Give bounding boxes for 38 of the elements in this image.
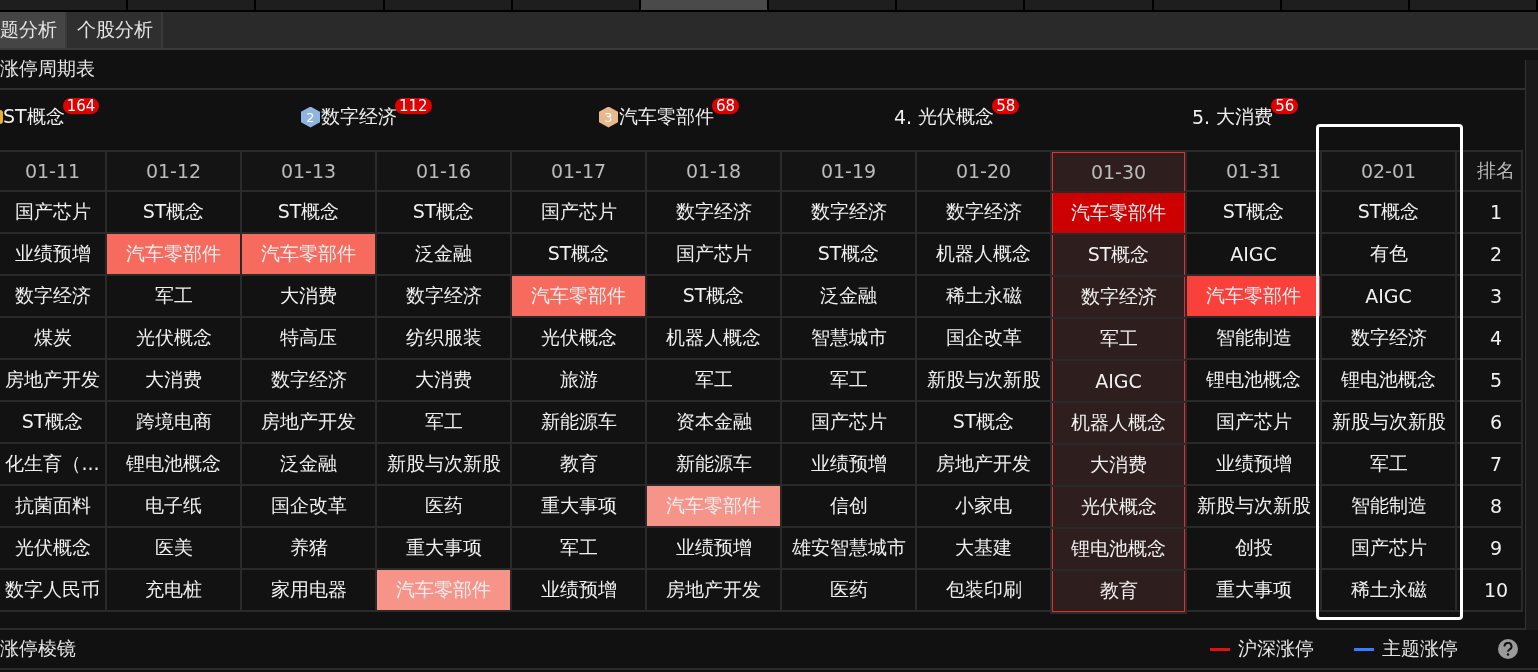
theme-name[interactable]: ST概念 [3,104,65,130]
theme-name[interactable]: 数字经济 [321,104,397,130]
help-icon[interactable] [1498,639,1518,659]
theme-name[interactable]: 汽车零部件 [619,104,714,130]
section-title: 涨停周期表 [0,56,95,81]
tab[interactable]: 个股分析 [67,12,163,48]
rank-number: 5. [1192,106,1211,128]
date-header[interactable]: 01-30 [1052,152,1185,191]
highlighted-cell: 汽车零部件 [107,234,240,274]
table-cell: ST概念 [1052,235,1185,275]
highlighted-cell: 汽车零部件 [647,486,780,526]
count-badge: 58 [992,98,1020,114]
count-badge: 56 [1271,98,1299,114]
count-badge: 112 [395,98,432,114]
table-cell: 军工 [1052,319,1185,359]
count-badge: 68 [712,98,740,114]
footer-title: 涨停棱镜 [0,637,76,659]
legend-label: 沪深涨停 [1238,636,1314,661]
highlighted-cell: 汽车零部件 [512,276,645,316]
tab[interactable]: 题分析 [0,12,67,48]
table-cell: 数字经济 [1052,277,1185,317]
highlighted-cell: 汽车零部件 [1187,276,1320,316]
count-badge: 164 [62,98,100,114]
highlighted-cell: 汽车零部件 [1052,193,1185,233]
theme-name[interactable]: 光伏概念 [918,104,995,130]
table-cell: 机器人概念 [1052,403,1185,443]
table-cell: AIGC [1052,361,1185,401]
table-cell: 教育 [1052,571,1185,612]
legend-label: 主题涨停 [1382,636,1458,661]
rank-number: 4. [894,106,913,128]
highlighted-cell: 汽车零部件 [242,234,375,274]
table-cell: 大消费 [1052,445,1185,485]
hexagon-medal-icon: 3 [599,106,618,128]
highlighted-cell: 汽车零部件 [377,570,510,610]
theme-name[interactable]: 大消费 [1216,104,1274,130]
hexagon-medal-icon: 2 [301,106,320,128]
table-cell: 光伏概念 [1052,487,1185,527]
table-cell: 锂电池概念 [1052,529,1185,569]
